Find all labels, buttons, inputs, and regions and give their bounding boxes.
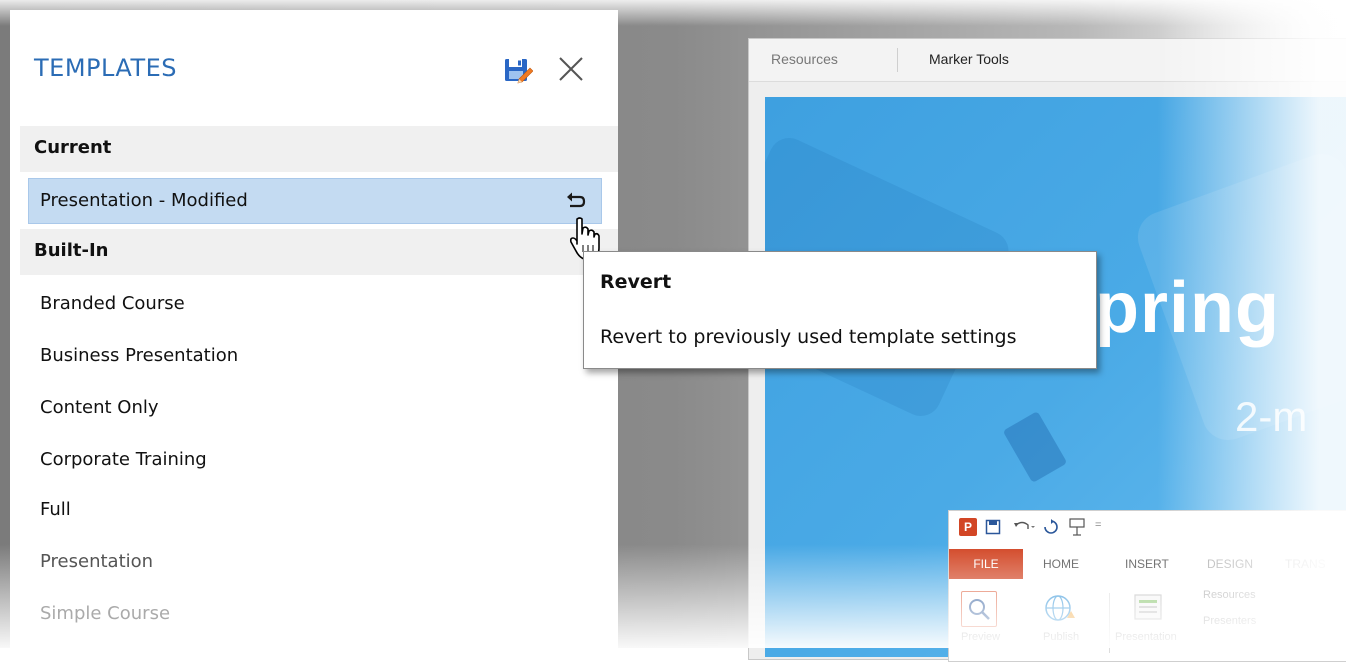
player-tab-bar: Resources Marker Tools — [749, 39, 1346, 82]
template-item-business-presentation[interactable]: Business Presentation — [40, 345, 238, 366]
panel-title: TEMPLATES — [34, 54, 178, 82]
redo-icon[interactable] — [1043, 519, 1059, 535]
powerpoint-ribbon: P = FILE HOME INSERT DESIGN TRANS Resour… — [948, 510, 1346, 662]
publish-label: Publish — [1043, 631, 1080, 643]
template-item-current-selected[interactable]: Presentation - Modified — [28, 178, 602, 224]
template-item-content-only[interactable]: Content Only — [40, 397, 159, 418]
magnifier-icon — [969, 599, 990, 620]
template-item-corporate-training[interactable]: Corporate Training — [40, 449, 207, 470]
save-icon[interactable] — [985, 519, 1001, 535]
tooltip-description: Revert to previously used template setti… — [600, 326, 1017, 348]
section-label-current: Current — [34, 137, 112, 158]
customize-qat-icon[interactable]: = — [1095, 519, 1101, 531]
publish-globe-icon[interactable] — [1043, 591, 1077, 625]
tab-transitions[interactable]: TRANS — [1285, 549, 1326, 579]
preview-button[interactable] — [961, 591, 997, 627]
tab-file[interactable]: FILE — [949, 549, 1023, 579]
template-item-branded-course[interactable]: Branded Course — [40, 293, 185, 314]
slide-subtitle: 2-m — [1235, 393, 1308, 440]
presentation-icon[interactable] — [1131, 591, 1165, 625]
slide-title: pring — [1095, 268, 1280, 348]
section-header-current: Current — [20, 126, 618, 172]
powerpoint-logo-icon: P — [959, 518, 977, 536]
templates-panel: TEMPLATES Current Presentation - Modifie… — [10, 10, 618, 650]
template-item-label: Presentation - Modified — [40, 190, 248, 211]
revert-icon[interactable] — [565, 190, 587, 212]
tab-separator — [897, 48, 898, 72]
presenters-link[interactable]: Presenters — [1203, 615, 1256, 627]
tab-home[interactable]: HOME — [1043, 549, 1079, 579]
presentation-start-icon[interactable] — [1069, 517, 1085, 537]
tooltip-title: Revert — [600, 271, 672, 293]
presentation-label: Presentation — [1115, 631, 1177, 643]
template-item-presentation[interactable]: Presentation — [40, 551, 153, 572]
template-item-full[interactable]: Full — [40, 499, 71, 520]
resources-link[interactable]: Resources — [1203, 589, 1256, 601]
ribbon-divider — [1109, 593, 1110, 653]
tab-marker-tools[interactable]: Marker Tools — [929, 51, 1009, 67]
revert-tooltip: Revert Revert to previously used templat… — [583, 251, 1097, 369]
close-icon[interactable] — [556, 54, 586, 84]
section-label-builtin: Built-In — [34, 240, 109, 261]
quick-access-toolbar: P = — [949, 511, 1346, 543]
section-header-builtin: Built-In — [20, 229, 618, 275]
template-item-simple-course[interactable]: Simple Course — [40, 603, 170, 624]
ribbon-tabs: FILE HOME INSERT DESIGN TRANS — [949, 549, 1346, 579]
undo-icon[interactable] — [1013, 519, 1035, 535]
save-template-icon[interactable] — [503, 55, 533, 85]
preview-label: Preview — [961, 631, 1001, 643]
slide-decoration — [1002, 411, 1068, 483]
tab-resources[interactable]: Resources — [771, 51, 838, 67]
tab-design[interactable]: DESIGN — [1207, 549, 1253, 579]
tab-insert[interactable]: INSERT — [1125, 549, 1169, 579]
